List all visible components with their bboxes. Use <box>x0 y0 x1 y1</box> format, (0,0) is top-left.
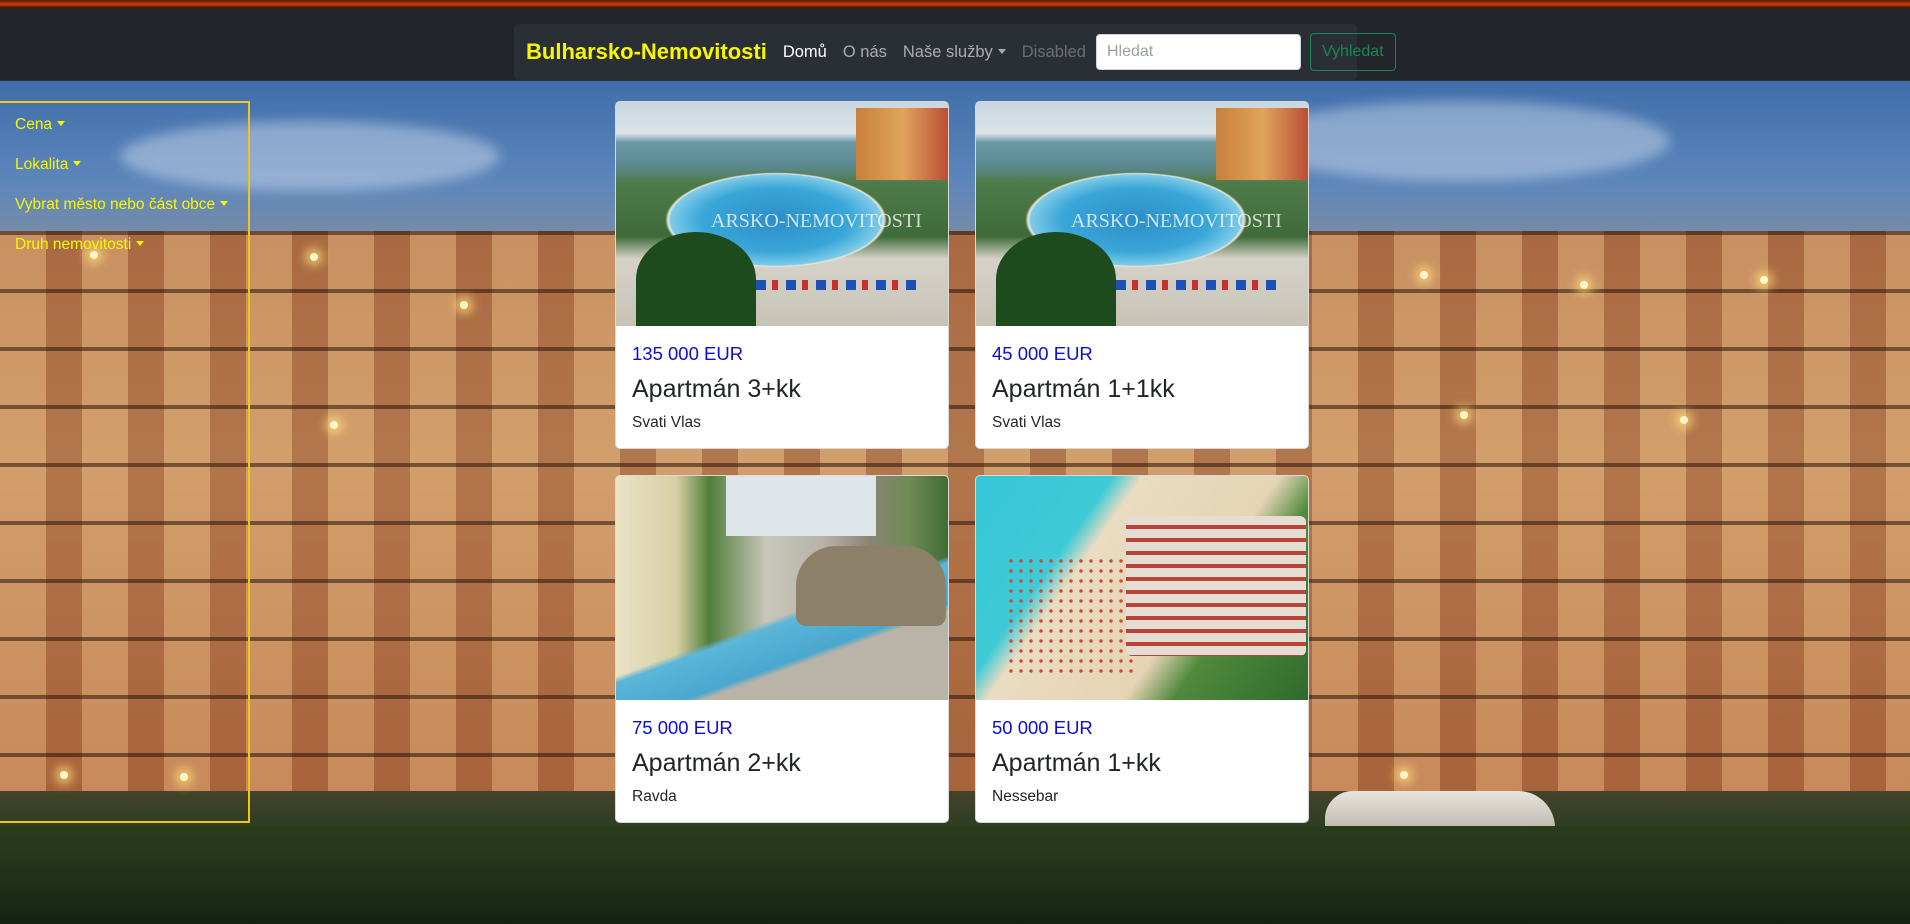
lamp-light <box>1760 276 1768 284</box>
listing-card[interactable]: 75 000 EUR Apartmán 2+kk Ravda <box>615 475 949 823</box>
filter-label: Druh nemovitosti <box>15 236 132 253</box>
caret-down-icon <box>136 241 145 246</box>
listing-location: Ravda <box>632 788 677 805</box>
hero-background-photo <box>0 81 1910 924</box>
listing-location: Svati Vlas <box>632 414 701 431</box>
listing-price: 45 000 EUR <box>992 343 1093 364</box>
listing-card[interactable]: ARSKO-NEMOVITOSTI 45 000 EUR Apartmán 1+… <box>975 101 1309 449</box>
caret-down-icon <box>220 201 229 206</box>
lamp-light <box>1400 771 1408 779</box>
nav-link-disabled: Disabled <box>1021 42 1086 61</box>
hotel-building <box>0 231 1910 791</box>
lamp-light <box>1680 416 1688 424</box>
caret-down-icon <box>73 161 82 166</box>
listing-price: 75 000 EUR <box>632 717 733 738</box>
hedge-foreground <box>0 826 1910 924</box>
filter-dropdown-property-type[interactable]: Druh nemovitosti <box>15 236 145 254</box>
caret-down-icon <box>997 48 1006 54</box>
listing-card[interactable]: ARSKO-NEMOVITOSTI 135 000 EUR Apartmán 3… <box>615 101 949 449</box>
photo-watermark: ARSKO-NEMOVITOSTI <box>711 210 922 232</box>
photo-hotel <box>1216 108 1308 180</box>
lamp-light <box>1580 281 1588 289</box>
photo-resort <box>1126 516 1306 656</box>
filter-panel: Cena Lokalita Vybrat město nebo část obc… <box>0 101 250 823</box>
listing-title[interactable]: Apartmán 1+kk <box>992 749 1161 778</box>
photo-umbrellas <box>756 280 916 290</box>
listing-photo[interactable] <box>616 476 948 700</box>
lamp-light <box>310 253 318 261</box>
photo-tree <box>996 232 1116 326</box>
listing-location: Svati Vlas <box>992 414 1061 431</box>
top-accent-line <box>0 0 1910 8</box>
lamp-light <box>460 301 468 309</box>
sky-cloud <box>1250 101 1670 181</box>
filter-dropdown-city[interactable]: Vybrat město nebo část obce <box>15 196 229 214</box>
lamp-light <box>1420 271 1428 279</box>
caret-down-icon <box>57 121 66 126</box>
listing-photo[interactable] <box>976 476 1308 700</box>
photo-umbrellas <box>1116 280 1276 290</box>
nav-dropdown-services-label: Naše služby <box>902 42 993 61</box>
photo-sky <box>726 476 876 536</box>
listing-title[interactable]: Apartmán 3+kk <box>632 375 801 404</box>
photo-watermark: ARSKO-NEMOVITOSTI <box>1071 210 1282 232</box>
nav-link-about[interactable]: O nás <box>835 43 895 62</box>
photo-hotel <box>856 108 948 180</box>
listing-title[interactable]: Apartmán 1+1kk <box>992 375 1175 404</box>
photo-rock-feature <box>796 546 946 626</box>
listing-card[interactable]: 50 000 EUR Apartmán 1+kk Nessebar <box>975 475 1309 823</box>
photo-tree <box>636 232 756 326</box>
lamp-light <box>1460 411 1468 419</box>
listing-location: Nessebar <box>992 788 1059 805</box>
listing-price: 135 000 EUR <box>632 343 744 364</box>
filter-label: Vybrat město nebo část obce <box>15 196 216 213</box>
header-bar: Bulharsko-Nemovitosti Domů O nás Naše sl… <box>0 8 1910 81</box>
nav-dropdown-services[interactable]: Naše služby <box>895 43 1014 62</box>
filter-dropdown-location[interactable]: Lokalita <box>15 156 82 174</box>
nav-link-home[interactable]: Domů <box>775 43 835 62</box>
lamp-light <box>330 421 338 429</box>
search-button[interactable]: Vyhledat <box>1309 33 1396 71</box>
filter-label: Lokalita <box>15 156 69 173</box>
photo-beach-umbrellas <box>1006 556 1136 676</box>
listing-photo[interactable]: ARSKO-NEMOVITOSTI <box>616 102 948 326</box>
listing-title[interactable]: Apartmán 2+kk <box>632 749 801 778</box>
search-input[interactable] <box>1095 34 1301 70</box>
filter-label: Cena <box>15 116 53 133</box>
filter-dropdown-price[interactable]: Cena <box>15 116 66 134</box>
listing-price: 50 000 EUR <box>992 717 1093 738</box>
brand-logo-link[interactable]: Bulharsko-Nemovitosti <box>526 39 767 65</box>
main-navbar: Bulharsko-Nemovitosti Domů O nás Naše sl… <box>514 24 1396 80</box>
listing-photo[interactable]: ARSKO-NEMOVITOSTI <box>976 102 1308 326</box>
